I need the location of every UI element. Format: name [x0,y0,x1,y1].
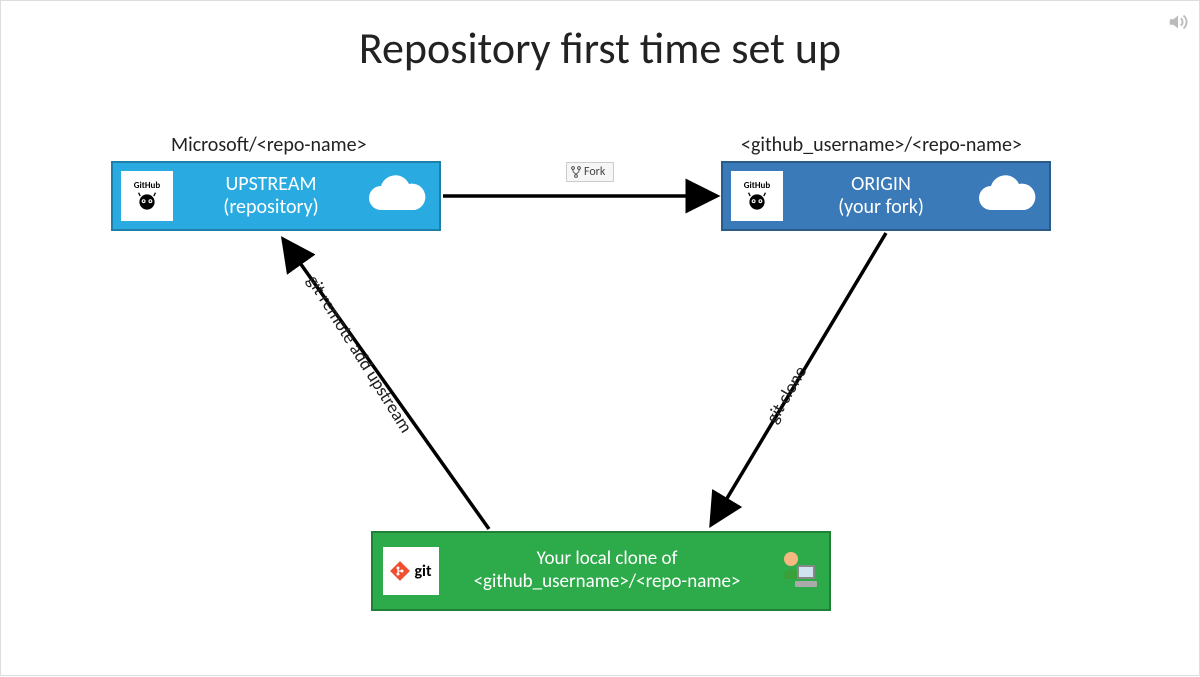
arrow-label-clone: git clone [761,362,811,427]
github-badge: GitHub [121,171,173,221]
upstream-text: UPSTREAM (repository) [181,173,361,219]
git-icon [390,561,410,581]
fork-badge: Fork [566,162,614,182]
octocat-icon [133,191,161,213]
badge-text: GitHub [744,180,770,191]
upstream-box: GitHub UPSTREAM (repository) [111,161,441,231]
local-box: git Your local clone of <github_username… [371,531,831,611]
origin-path-label: <github_username>/<repo-name> [741,133,1022,157]
upstream-path-label: Microsoft/<repo-name> [171,133,367,157]
octocat-icon [743,191,771,213]
arrow-label-remote-add: git remote add upstream [302,271,417,437]
badge-text: GitHub [134,180,160,191]
local-text: Your local clone of <github_username>/<r… [439,548,775,594]
cloud-icon [971,172,1041,220]
git-badge: git [383,547,439,595]
fork-icon [571,166,581,178]
cloud-icon [361,172,431,220]
github-badge: GitHub [731,171,783,221]
slide-title: Repository first time set up [1,21,1199,75]
origin-text: ORIGIN (your fork) [791,173,971,219]
origin-box: GitHub ORIGIN (your fork) [721,161,1051,231]
user-computer-icon [775,547,819,595]
